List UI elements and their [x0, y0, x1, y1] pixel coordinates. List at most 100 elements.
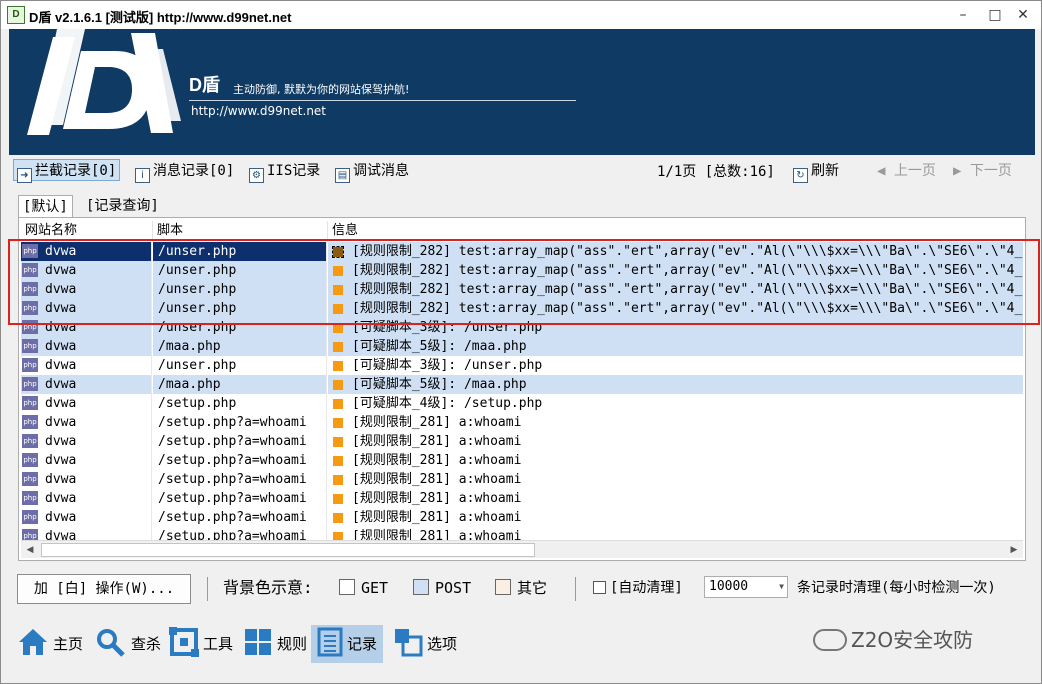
cell-script: /setup.php?a=whoami	[153, 413, 327, 432]
cell-site-text: dvwa	[45, 472, 77, 487]
close-button[interactable]: ✕	[1009, 4, 1037, 26]
nav-options[interactable]: 选项	[389, 625, 461, 663]
scroll-thumb[interactable]	[41, 543, 535, 557]
records-toolbar: ➜ 拦截记录[0] i 消息记录[0] ⚙ IIS记录 ▤ 调试消息 1/1页 [总数:…	[9, 159, 1035, 183]
cell-script: /setup.php?a=whoami	[153, 508, 327, 527]
chevron-down-icon[interactable]: ▼	[779, 577, 784, 597]
legend-post-label: POST	[435, 579, 472, 597]
nav-scan-label: 查杀	[131, 635, 162, 653]
message-records-button[interactable]: i 消息记录[0]	[135, 160, 234, 183]
arrow-left-icon: ◀	[877, 163, 894, 179]
app-logo-icon: D	[7, 6, 25, 24]
cell-site: php dvwa	[21, 508, 152, 527]
nav-records[interactable]: 记录	[311, 625, 384, 663]
nav-rules[interactable]: 规则	[239, 625, 311, 663]
maximize-button[interactable]: □	[981, 4, 1009, 26]
legend-get-label: GET	[361, 579, 389, 597]
cell-info-text: [规则限制_281] a:whoami	[352, 491, 522, 506]
nav-home[interactable]: 主页	[13, 625, 87, 663]
cell-info-text: [可疑脚本_3级]: /unser.php	[352, 358, 543, 373]
table-row[interactable]: php dvwa/setup.php?a=whoami [规则限制_281] a:w…	[21, 489, 1023, 508]
table-row[interactable]: php dvwa/setup.php [可疑脚本_4级]: /setup.php	[21, 394, 1023, 413]
cell-site-text: dvwa	[45, 377, 77, 392]
iis-records-button[interactable]: ⚙ IIS记录	[249, 160, 321, 183]
cell-site-text: dvwa	[45, 510, 77, 525]
refresh-label: 刷新	[811, 163, 839, 179]
nav-scan[interactable]: 查杀	[91, 625, 165, 663]
tools-icon	[169, 627, 199, 657]
title-bar[interactable]: D D盾 v2.1.6.1 [测试版] http://www.d99net.ne…	[1, 1, 1041, 29]
horizontal-scrollbar[interactable]: ◀ ▶	[21, 540, 1023, 558]
info-marker-icon	[333, 494, 343, 504]
next-page-button[interactable]: ▶ 下一页	[953, 160, 1012, 182]
table-row[interactable]: php dvwa/setup.php?a=whoami [规则限制_281] a:w…	[21, 470, 1023, 489]
checkbox-box[interactable]	[593, 581, 606, 594]
prev-page-label: 上一页	[893, 163, 936, 179]
watermark-text: Z2O安全攻防	[851, 628, 974, 652]
info-marker-icon	[333, 361, 343, 371]
cell-info: [可疑脚本_5级]: /maa.php	[328, 375, 1023, 394]
nav-home-label: 主页	[53, 635, 84, 653]
nav-tools[interactable]: 工具	[165, 625, 237, 663]
cell-info: [规则限制_281] a:whoami	[328, 508, 1023, 527]
php-file-icon: php	[22, 396, 38, 410]
auto-clear-checkbox[interactable]: [自动清理]	[593, 579, 683, 597]
clear-threshold-label: 条记录时清理(每小时检测一次)	[797, 580, 996, 596]
brand-tagline: 主动防御, 默默为你的网站保驾护航!	[233, 83, 410, 96]
debug-messages-button[interactable]: ▤ 调试消息	[335, 160, 409, 183]
column-site[interactable]: 网站名称	[21, 221, 153, 240]
cell-info: [规则限制_281] a:whoami	[328, 432, 1023, 451]
cell-site: php dvwa	[21, 394, 152, 413]
table-row[interactable]: php dvwa/setup.php?a=whoami [规则限制_281] a:w…	[21, 508, 1023, 527]
table-row[interactable]: php dvwa/maa.php [可疑脚本_5级]: /maa.php	[21, 375, 1023, 394]
iis-records-label: IIS记录	[267, 163, 321, 179]
cell-site-text: dvwa	[45, 415, 77, 430]
legend-get-swatch	[339, 579, 355, 595]
cell-script: /maa.php	[153, 337, 327, 356]
prev-page-button[interactable]: ◀ 上一页	[877, 160, 936, 182]
home-icon	[19, 629, 47, 655]
php-file-icon: php	[22, 415, 38, 429]
cell-site: php dvwa	[21, 489, 152, 508]
cell-site: php dvwa	[21, 375, 152, 394]
legend-get: GET	[339, 578, 388, 598]
tab-default[interactable]: [默认]	[18, 195, 73, 218]
info-marker-icon	[333, 380, 343, 390]
options-icon	[395, 629, 423, 657]
cell-script: /unser.php	[153, 356, 327, 375]
table-row[interactable]: php dvwa/maa.php [可疑脚本_5级]: /maa.php	[21, 337, 1023, 356]
add-whitelist-button[interactable]: 加 [白] 操作(W)...	[17, 574, 191, 604]
table-row[interactable]: php dvwa/setup.php?a=whoami [规则限制_281] a:w…	[21, 451, 1023, 470]
cell-info-text: [可疑脚本_5级]: /maa.php	[352, 339, 527, 354]
rules-grid-icon	[245, 629, 271, 655]
clear-threshold-select[interactable]: 10000 ▼	[704, 576, 788, 598]
php-file-icon: php	[22, 434, 38, 448]
tab-record-query[interactable]: [记录查询]	[82, 195, 163, 217]
banner-divider	[189, 100, 576, 101]
php-file-icon: php	[22, 453, 38, 467]
cell-info-text: [规则限制_281] a:whoami	[352, 434, 522, 449]
legend-post-swatch	[413, 579, 429, 595]
info-marker-icon	[333, 342, 343, 352]
cell-site: php dvwa	[21, 451, 152, 470]
cell-site-text: dvwa	[45, 453, 77, 468]
scroll-right-icon[interactable]: ▶	[1005, 541, 1023, 559]
cell-site: php dvwa	[21, 432, 152, 451]
watermark: Z2O安全攻防	[813, 627, 973, 653]
minimize-button[interactable]: –	[949, 4, 977, 26]
refresh-button[interactable]: ↻ 刷新	[793, 160, 839, 183]
scroll-left-icon[interactable]: ◀	[21, 541, 39, 559]
table-row[interactable]: php dvwa/setup.php?a=whoami [规则限制_281] a:w…	[21, 413, 1023, 432]
php-file-icon: php	[22, 339, 38, 353]
legend-label: 背景色示意:	[223, 578, 313, 597]
nav-rules-label: 规则	[277, 635, 308, 653]
info-marker-icon	[333, 418, 343, 428]
intercept-records-button[interactable]: ➜ 拦截记录[0]	[13, 159, 121, 183]
column-info[interactable]: 信息	[328, 221, 1023, 240]
table-row[interactable]: php dvwa/unser.php [可疑脚本_3级]: /unser.php	[21, 356, 1023, 375]
column-script[interactable]: 脚本	[153, 221, 328, 240]
cell-info: [规则限制_281] a:whoami	[328, 451, 1023, 470]
table-row[interactable]: php dvwa/setup.php?a=whoami [规则限制_281] a:w…	[21, 432, 1023, 451]
cell-site: php dvwa	[21, 356, 152, 375]
annotation-highlight-box	[8, 239, 1040, 325]
